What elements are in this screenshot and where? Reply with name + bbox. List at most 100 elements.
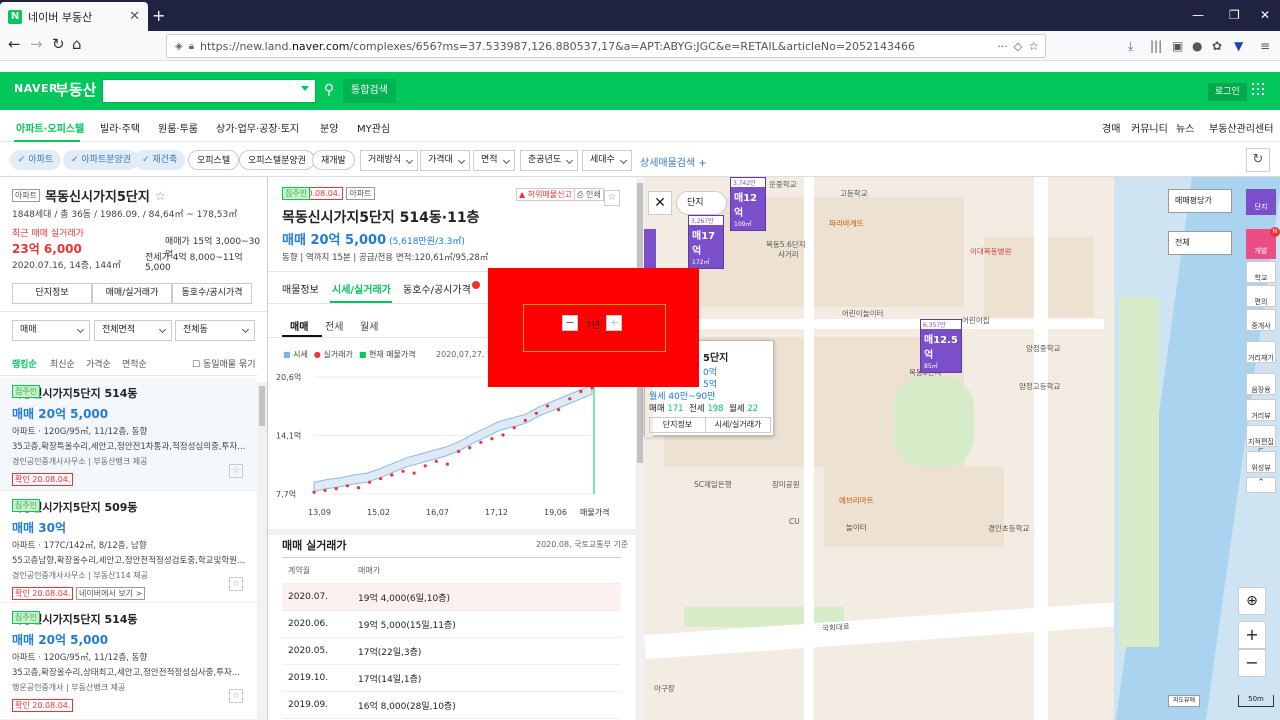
search-dropdown-icon[interactable] bbox=[301, 86, 309, 91]
cat-presale[interactable]: 분양 bbox=[320, 120, 338, 135]
map-filter-dropdown[interactable]: 전체 bbox=[1168, 231, 1232, 255]
filter-trade-type[interactable]: 거래방식 bbox=[360, 150, 419, 171]
cat-myinterest[interactable]: MY관심 bbox=[357, 120, 390, 135]
collapse-tools-icon[interactable]: ⌃ bbox=[1246, 477, 1276, 493]
cat-oneroom[interactable]: 원룸·투룸 bbox=[158, 120, 198, 135]
nav-auction[interactable]: 경매 bbox=[1102, 120, 1120, 135]
streetview-button[interactable]: 거리뷰 bbox=[1246, 399, 1276, 421]
extension-shield-icon[interactable]: ▼ bbox=[1234, 39, 1243, 53]
sidebar-icon[interactable]: ▣ bbox=[1172, 39, 1183, 53]
total-search-button[interactable]: 통합검색 bbox=[343, 79, 396, 103]
cat-villa[interactable]: 빌라·주택 bbox=[100, 120, 140, 135]
close-window-icon[interactable]: ✕ bbox=[1260, 8, 1270, 22]
menu-icon[interactable]: ≡ bbox=[1260, 39, 1270, 53]
search-input[interactable] bbox=[102, 79, 316, 103]
detail-scrollbar[interactable] bbox=[636, 177, 644, 720]
reload-icon[interactable]: ↻ bbox=[52, 37, 65, 52]
tab-article-info[interactable]: 매물정보 bbox=[282, 281, 319, 296]
print-button[interactable]: ⎙ 인쇄 bbox=[574, 188, 604, 201]
trade-type-select[interactable]: 매매 bbox=[12, 320, 90, 341]
cadastral-map-button[interactable]: 지적편집도 bbox=[1246, 425, 1276, 456]
listing-favorite-icon[interactable]: ☆ bbox=[229, 689, 243, 703]
refresh-icon[interactable]: ↻ bbox=[1246, 148, 1270, 172]
filter-price[interactable]: 가격대 bbox=[420, 150, 470, 171]
table-row[interactable]: 2019.09. 16억 8,000(28일,10층) bbox=[282, 692, 621, 719]
listing-scrollbar[interactable] bbox=[257, 382, 267, 720]
trade-price-button[interactable]: 매매/실거래가 bbox=[92, 283, 172, 304]
satellite-view-button[interactable]: 위성뷰 bbox=[1246, 451, 1276, 473]
amenity-layer-button[interactable]: 편의 bbox=[1246, 285, 1276, 307]
price-marker[interactable]: 6,357만 매12.5억 85㎡ bbox=[920, 319, 962, 373]
cat-apartment[interactable]: 아파트·오피스텔 bbox=[16, 120, 84, 135]
tab-price-trade[interactable]: 시세/실거래가 bbox=[332, 281, 391, 296]
sort-latest[interactable]: 최신순 bbox=[50, 357, 75, 370]
price-marker[interactable]: 3,742만 매12억 109㎡ bbox=[730, 177, 766, 231]
url-bar[interactable]: ◈ 🔒︎ https://new.land.naver.com/complexe… bbox=[166, 34, 1046, 58]
school-layer-button[interactable]: 학교 bbox=[1246, 261, 1276, 283]
library-icon[interactable]: ||| bbox=[1150, 39, 1162, 53]
pocket-icon[interactable]: ◇ bbox=[1014, 40, 1022, 53]
filter-year[interactable]: 준공년도 bbox=[520, 150, 579, 171]
subtab-jeonse[interactable]: 전세 bbox=[325, 318, 343, 333]
favorite-star-icon[interactable]: ☆ bbox=[604, 190, 620, 206]
map-canvas[interactable]: 운중학교 고등학교 목동5.6단지 사거리 파리바게뜨 이대목동병원 어린이놀이… bbox=[644, 177, 1280, 720]
complex-filter-button[interactable]: 단지 bbox=[676, 191, 727, 215]
period-decrease-button[interactable]: − bbox=[562, 315, 578, 331]
filter-households[interactable]: 세대수 bbox=[582, 150, 632, 171]
filter-chip-presale[interactable]: ✓ 아파트분양권 bbox=[63, 150, 140, 170]
distance-tool-button[interactable]: 거리재기 bbox=[1246, 341, 1276, 363]
close-tab-icon[interactable]: ✕ bbox=[129, 9, 140, 24]
service-title[interactable]: 부동산 bbox=[55, 79, 96, 100]
filter-chip-reconstruction[interactable]: ✓ 재건축 bbox=[134, 150, 186, 170]
account-icon[interactable]: ● bbox=[1192, 39, 1202, 53]
area-select[interactable]: 전체면적 bbox=[94, 320, 172, 341]
report-button[interactable]: ▲ 허위매물신고 bbox=[516, 188, 575, 201]
listing-item[interactable]: 집주인 목동신시가지5단지 514동 매매 20억 5,000 아파트 · 12… bbox=[0, 603, 257, 720]
sort-ranking[interactable]: 랭킹순 bbox=[12, 357, 37, 370]
forward-icon[interactable]: → bbox=[30, 37, 43, 52]
popup-price-button[interactable]: 시세/실거래가 bbox=[705, 417, 771, 433]
map-price-dropdown[interactable]: 매매평당가 bbox=[1168, 189, 1232, 213]
table-row[interactable]: 2020.06. 19억 5,000(15일,11층) bbox=[282, 611, 621, 638]
period-increase-button[interactable]: + bbox=[606, 315, 622, 331]
close-popup-icon[interactable]: ✕ bbox=[648, 191, 672, 215]
naver-logo[interactable]: NAVER bbox=[14, 82, 58, 95]
popup-complex-info-button[interactable]: 단지정보 bbox=[649, 417, 706, 433]
filter-chip-officetel[interactable]: 오피스텔 bbox=[188, 150, 240, 170]
detail-search-link[interactable]: 상세매물검색 + bbox=[640, 154, 707, 169]
realtor-layer-button[interactable]: 중개사 bbox=[1246, 309, 1276, 331]
search-icon[interactable]: ⚲ bbox=[317, 79, 341, 103]
nav-community[interactable]: 커뮤니티 bbox=[1131, 120, 1168, 135]
map-type-toggle[interactable]: 지도뷰에 bbox=[1168, 695, 1201, 707]
minimize-icon[interactable]: — bbox=[1192, 8, 1204, 22]
nav-news[interactable]: 뉴스 bbox=[1176, 120, 1194, 135]
new-tab-icon[interactable]: + bbox=[152, 6, 165, 25]
back-icon[interactable]: ← bbox=[8, 37, 21, 52]
view-on-naver-link[interactable]: 네이버에서 보기 > bbox=[75, 587, 146, 600]
unit-price-button[interactable]: 동호수/공시가격 bbox=[172, 283, 252, 304]
listing-favorite-icon[interactable]: ☆ bbox=[229, 577, 243, 591]
same-listing-toggle[interactable]: ☐ 동일매물 묶기 bbox=[192, 357, 255, 370]
favorite-star-icon[interactable]: ☆ bbox=[155, 189, 166, 203]
sort-price[interactable]: 가격순 bbox=[86, 357, 111, 370]
zoom-in-icon[interactable]: + bbox=[1238, 621, 1266, 649]
table-row[interactable]: 2020.05. 17억(22일,3층) bbox=[282, 638, 621, 665]
login-button[interactable]: 로그인 bbox=[1208, 83, 1247, 101]
filter-area[interactable]: 면적 bbox=[473, 150, 515, 171]
listing-favorite-icon[interactable]: ☆ bbox=[229, 464, 243, 478]
table-row[interactable]: 2020.07. 19억 4,000(6일,10층) bbox=[282, 584, 621, 611]
subtab-sale[interactable]: 매매 bbox=[290, 318, 308, 333]
zoom-out-icon[interactable]: − bbox=[1238, 649, 1266, 677]
listing-item[interactable]: 집주인 목동신시가지5단지 509동 매매 30억 아파트 · 177C/142… bbox=[0, 491, 257, 603]
restore-icon[interactable]: ❐ bbox=[1229, 8, 1240, 22]
complex-info-button[interactable]: 단지정보 bbox=[12, 283, 92, 304]
partial-marker[interactable] bbox=[644, 229, 656, 269]
complex-layer-button[interactable]: 단지 bbox=[1246, 189, 1276, 215]
extension-icon[interactable]: ✿ bbox=[1212, 39, 1222, 53]
filter-chip-apartment[interactable]: ✓ 아파트 bbox=[10, 150, 62, 170]
bookmark-star-icon[interactable]: ☆ bbox=[1028, 39, 1039, 53]
price-marker[interactable]: 3,267만 매17억 172㎡ bbox=[688, 215, 724, 269]
home-icon[interactable]: ⌂ bbox=[72, 37, 82, 52]
sort-area[interactable]: 면적순 bbox=[122, 357, 147, 370]
tab-unit-public-price[interactable]: 동호수/공시가격 bbox=[403, 281, 471, 296]
